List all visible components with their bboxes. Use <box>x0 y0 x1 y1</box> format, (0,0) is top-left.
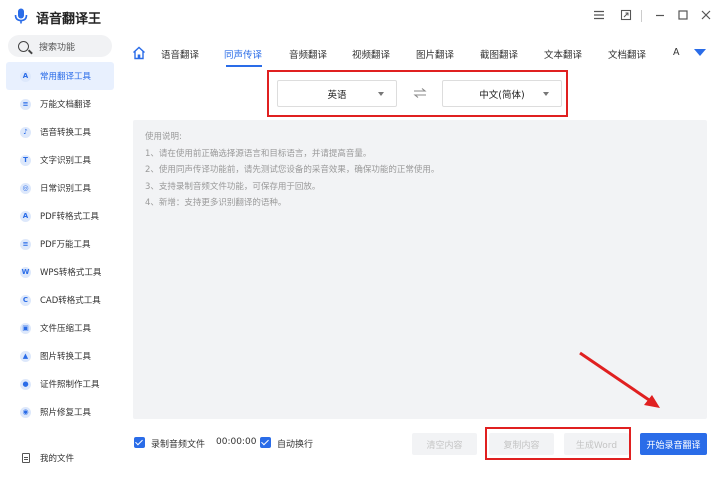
help-line: 1、请在使用前正确选择源语言和目标语言，并请提高音量。 <box>145 148 372 159</box>
help-line: 4、新增：支持更多识别翻译的语种。 <box>145 198 287 208</box>
minimize-icon[interactable] <box>653 9 667 23</box>
sidebar-item-label: CAD转格式工具 <box>40 296 101 306</box>
tab[interactable]: A <box>673 47 680 58</box>
sidebar-item[interactable]: ● 证件照制作工具 <box>6 370 114 398</box>
sidebar-item[interactable]: ≡ 万能文档翻译 <box>6 90 114 118</box>
sidebar-item[interactable]: ▣ 文件压缩工具 <box>6 314 114 342</box>
auto-wrap-label: 自动换行 <box>277 440 314 450</box>
sidebar: 搜索功能 A 常用翻译工具 ≡ 万能文档翻译 ♪ 语音转换工具 T 文字识别工具 ◎ 日常识别工具… <box>0 32 120 480</box>
swap-languages-icon[interactable] <box>412 87 428 99</box>
sidebar-item[interactable]: ◎ 日常识别工具 <box>6 174 114 202</box>
sidebar-item[interactable]: C CAD转格式工具 <box>6 286 114 314</box>
help-line: 2、使用同声传译功能前，请先测试您设备的采音效果，确保功能的正常使用。 <box>145 165 440 175</box>
tool-category-icon: A <box>20 70 31 82</box>
active-tab-indicator <box>226 65 262 67</box>
more-tabs-icon[interactable] <box>694 49 706 56</box>
annotation-arrow <box>579 351 660 408</box>
sidebar-item-label: 图片转换工具 <box>40 352 92 362</box>
maximize-icon[interactable] <box>676 9 690 23</box>
target-language-value: 中文(简体) <box>479 89 525 101</box>
restore-icon[interactable] <box>619 9 633 23</box>
search-label: 搜索功能 <box>39 42 76 53</box>
source-language-value: 英语 <box>327 89 347 101</box>
sidebar-item[interactable]: ▲ 图片转换工具 <box>6 342 114 370</box>
chevron-down-icon <box>378 92 384 96</box>
tool-category-icon: ◉ <box>20 406 31 418</box>
sidebar-item-label: PDF转格式工具 <box>40 212 100 222</box>
tool-category-icon: ● <box>20 378 31 390</box>
help-line: 3、支持录制音频文件功能，可保存用于回放。 <box>145 181 321 192</box>
tab[interactable]: 文档翻译 <box>608 47 646 61</box>
sidebar-item[interactable]: A PDF转格式工具 <box>6 202 114 230</box>
document-icon <box>22 453 30 463</box>
start-recording-translation-button[interactable]: 开始录音翻译 <box>640 433 707 455</box>
sidebar-item[interactable]: A 常用翻译工具 <box>6 62 114 90</box>
sidebar-item-label: 文件压缩工具 <box>40 324 92 334</box>
sidebar-item-label: 万能文档翻译 <box>40 100 92 110</box>
sidebar-item-label: WPS转格式工具 <box>40 268 102 278</box>
title-bar: 语音翻译王 <box>0 0 720 32</box>
tab[interactable]: 图片翻译 <box>416 47 454 61</box>
record-audio-checkbox[interactable] <box>134 437 145 448</box>
chevron-down-icon <box>543 92 549 96</box>
sidebar-item-label: 照片修复工具 <box>40 408 92 418</box>
tab[interactable]: 同声传译 <box>224 47 262 61</box>
sidebar-item-label: 语音转换工具 <box>40 128 92 138</box>
tool-category-icon: ♪ <box>20 126 31 138</box>
record-timer: 00:00:00 <box>216 437 257 447</box>
close-icon[interactable] <box>699 9 713 23</box>
sidebar-item[interactable]: W WPS转格式工具 <box>6 258 114 286</box>
sidebar-item-label: 证件照制作工具 <box>40 380 100 390</box>
tool-category-icon: ▲ <box>20 350 31 362</box>
auto-wrap-checkbox[interactable] <box>260 437 271 448</box>
sidebar-item-my-files[interactable]: 我的文件 <box>22 452 74 464</box>
sidebar-item[interactable]: ◉ 照片修复工具 <box>6 398 114 426</box>
tab[interactable]: 语音翻译 <box>161 47 199 61</box>
tool-category-icon: C <box>20 294 31 306</box>
tool-category-icon: W <box>20 266 31 278</box>
app-title: 语音翻译王 <box>36 12 102 27</box>
menu-icon[interactable] <box>592 9 606 23</box>
tool-category-icon: ≡ <box>20 238 31 250</box>
tab[interactable]: 视频翻译 <box>352 47 390 61</box>
tab[interactable]: 截图翻译 <box>480 47 518 61</box>
sidebar-item-label: 日常识别工具 <box>40 184 92 194</box>
search-icon <box>18 40 29 52</box>
target-language-select[interactable]: 中文(简体) <box>442 80 562 107</box>
tool-category-icon: ▣ <box>20 322 31 334</box>
record-audio-label: 录制音频文件 <box>151 440 206 450</box>
source-language-select[interactable]: 英语 <box>277 80 397 107</box>
tool-category-icon: ◎ <box>20 182 31 194</box>
sidebar-item[interactable]: ♪ 语音转换工具 <box>6 118 114 146</box>
sidebar-item[interactable]: ≡ PDF万能工具 <box>6 230 114 258</box>
my-files-label: 我的文件 <box>40 454 75 464</box>
sidebar-item-label: 常用翻译工具 <box>40 72 92 82</box>
help-title: 使用说明: <box>145 132 182 142</box>
tab[interactable]: 文本翻译 <box>544 47 582 61</box>
clear-content-button[interactable]: 清空内容 <box>412 433 477 455</box>
search-box[interactable]: 搜索功能 <box>8 35 112 57</box>
tab-bar: 语音翻译 同声传译 音频翻译 视频翻译 图片翻译 截图翻译 文本翻译 文档翻译 A <box>128 40 720 68</box>
tab[interactable]: 音频翻译 <box>289 47 327 61</box>
window-control-separator <box>641 10 642 22</box>
sidebar-item-label: PDF万能工具 <box>40 240 91 250</box>
tool-category-icon: A <box>20 210 31 222</box>
home-icon[interactable] <box>132 46 146 60</box>
sidebar-item[interactable]: T 文字识别工具 <box>6 146 114 174</box>
sidebar-list: A 常用翻译工具 ≡ 万能文档翻译 ♪ 语音转换工具 T 文字识别工具 ◎ 日常识别工具 A PDF转… <box>6 62 114 426</box>
tool-category-icon: ≡ <box>20 98 31 110</box>
sidebar-item-label: 文字识别工具 <box>40 156 92 166</box>
annotation-highlight-box-buttons <box>485 427 631 460</box>
tool-category-icon: T <box>20 154 31 166</box>
microphone-logo-icon <box>14 8 28 24</box>
